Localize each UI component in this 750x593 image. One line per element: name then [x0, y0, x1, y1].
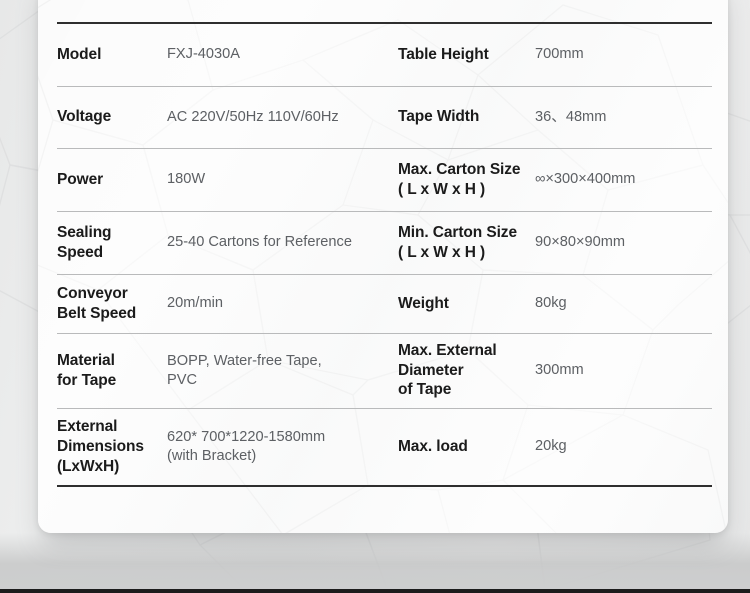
value-line-1: FXJ-4030A: [167, 46, 241, 63]
value-line-1: 20m/min: [167, 295, 223, 312]
value-line-1: 80kg: [535, 295, 567, 312]
label-line-1: Model: [57, 45, 102, 63]
label-line-2: Dimensions: [57, 437, 144, 455]
value-line-1: ∞×300×400mm: [535, 171, 636, 188]
table-row: Power 180W Max. Carton Size ( L x W x H …: [57, 148, 712, 211]
value-line-1: 620* 700*1220-1580mm: [167, 429, 326, 446]
value-line-2: PVC: [167, 371, 198, 388]
spec-label-max-carton-size: Max. Carton Size ( L x W x H ): [398, 148, 535, 211]
spec-label-min-carton-size: Min. Carton Size ( L x W x H ): [398, 211, 535, 274]
spec-value-table-height: 700mm: [535, 23, 712, 86]
spec-value-weight: 80kg: [535, 274, 712, 333]
value-line-1: 300mm: [535, 362, 584, 379]
label-line-3: of Tape: [398, 381, 452, 399]
table-row: Sealing Speed 25-40 Cartons for Referenc…: [57, 211, 712, 274]
label-line-1: Power: [57, 170, 104, 188]
value-line-1: 90×80×90mm: [535, 234, 626, 251]
value-line-1: 25-40 Cartons for Reference: [167, 234, 352, 251]
spec-label-table-height: Table Height: [398, 23, 535, 86]
value-line-1: AC 220V/50Hz 110V/60Hz: [167, 108, 339, 125]
value-line-1: 20kg: [535, 438, 567, 455]
spec-label-weight: Weight: [398, 274, 535, 333]
value-line-2: (with Bracket): [167, 447, 257, 464]
label-line-1: Weight: [398, 294, 449, 312]
label-line-2: Speed: [57, 243, 104, 261]
table-row: External Dimensions (LxWxH) 620* 700*122…: [57, 408, 712, 486]
label-line-1: External: [57, 418, 118, 435]
table-row: Voltage AC 220V/50Hz 110V/60Hz Tape Widt…: [57, 86, 712, 148]
spec-label-material-for-tape: Material for Tape: [57, 333, 167, 408]
label-line-1: Material: [57, 351, 115, 369]
value-line-1: 36、48mm: [535, 108, 607, 125]
spec-value-tape-width: 36、48mm: [535, 86, 712, 148]
table-row: Conveyor Belt Speed 20m/min Weight 80kg: [57, 274, 712, 333]
specification-card: Model FXJ-4030A Table Height 700mm Volta…: [38, 0, 728, 533]
label-line-1: Tape Width: [398, 108, 480, 126]
bottom-edge-bar: [0, 589, 750, 593]
spec-label-max-load: Max. load: [398, 408, 535, 486]
label-line-2: for Tape: [57, 371, 117, 389]
label-line-2: Diameter: [398, 361, 464, 379]
value-line-1: BOPP, Water-free Tape,: [167, 352, 322, 369]
spec-label-voltage: Voltage: [57, 86, 167, 148]
spec-label-model: Model: [57, 23, 167, 86]
label-line-1: Min. Carton Size: [398, 223, 517, 241]
label-line-2: Belt Speed: [57, 304, 137, 322]
spec-value-power: 180W: [167, 148, 398, 211]
spec-value-max-external-diameter-of-tape: 300mm: [535, 333, 712, 408]
label-line-1: Max. load: [398, 437, 468, 455]
spec-value-max-carton-size: ∞×300×400mm: [535, 148, 712, 211]
label-line-1: Voltage: [57, 108, 112, 126]
label-line-1: Table Height: [398, 45, 489, 63]
value-line-1: 180W: [167, 171, 206, 188]
table-row: Model FXJ-4030A Table Height 700mm: [57, 23, 712, 86]
spec-label-sealing-speed: Sealing Speed: [57, 211, 167, 274]
spec-value-conveyor-belt-speed: 20m/min: [167, 274, 398, 333]
spec-label-conveyor-belt-speed: Conveyor Belt Speed: [57, 274, 167, 333]
spec-value-sealing-speed: 25-40 Cartons for Reference: [167, 211, 398, 274]
spec-label-power: Power: [57, 148, 167, 211]
spec-value-voltage: AC 220V/50Hz 110V/60Hz: [167, 86, 398, 148]
spec-label-tape-width: Tape Width: [398, 86, 535, 148]
surface-shadow-gradient: [0, 533, 750, 589]
spec-label-max-external-diameter-of-tape: Max. External Diameter of Tape: [398, 333, 535, 408]
specification-table: Model FXJ-4030A Table Height 700mm Volta…: [57, 22, 712, 487]
spec-value-max-load: 20kg: [535, 408, 712, 486]
spec-label-external-dimensions: External Dimensions (LxWxH): [57, 408, 167, 486]
table-row: Material for Tape BOPP, Water-free Tape,…: [57, 333, 712, 408]
spec-value-material-for-tape: BOPP, Water-free Tape, PVC: [167, 333, 398, 408]
spec-value-min-carton-size: 90×80×90mm: [535, 211, 712, 274]
spec-value-external-dimensions: 620* 700*1220-1580mm (with Bracket): [167, 408, 398, 486]
label-line-1: Max. External: [398, 341, 497, 359]
label-line-1: Sealing: [57, 223, 112, 241]
label-line-2: ( L x W x H ): [398, 243, 486, 261]
label-line-1: Conveyor: [57, 284, 128, 302]
value-line-1: 700mm: [535, 46, 584, 63]
label-line-2: ( L x W x H ): [398, 180, 486, 198]
label-line-3: (LxWxH): [57, 457, 120, 475]
label-line-1: Max. Carton Size: [398, 160, 521, 178]
spec-value-model: FXJ-4030A: [167, 23, 398, 86]
